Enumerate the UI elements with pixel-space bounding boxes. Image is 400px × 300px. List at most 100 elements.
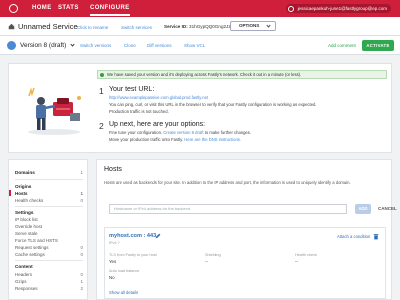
step-number: 1: [99, 86, 104, 96]
sidebar-item-count: 1: [80, 191, 83, 196]
test-url-heading: Your test URL:: [109, 86, 155, 93]
host-card: myhost.com : 443 IPv4 ? Attach a conditi…: [104, 227, 386, 299]
test-url-description: You can ping, curl, or visit this URL in…: [109, 102, 317, 107]
sidebar-item-serve-stale[interactable]: Serve stale: [15, 231, 83, 236]
hosts-description: Hosts are used as backends for your site…: [104, 180, 351, 185]
alert-message: We have saved your version and it's depl…: [107, 72, 302, 77]
user-menu[interactable]: jessicaepankuh-june1@fastlygroup@ep.com: [285, 4, 391, 13]
sidebar-item-label: Override host: [15, 224, 43, 229]
step-number: 2: [99, 121, 104, 131]
version-title: Version 8 (draft): [20, 42, 67, 49]
divider: [15, 206, 83, 207]
worker-illustration: [28, 87, 81, 135]
domains-count: 1: [80, 170, 83, 175]
sidebar-item-label: Force TLS and HSTS: [15, 238, 58, 243]
add-host-button[interactable]: ADD: [355, 204, 371, 214]
field-label: Auto load balance: [109, 269, 140, 273]
top-navigation-bar: HOME STATS CONFIGURE jessicaepankuh-june…: [0, 0, 400, 17]
cancel-button[interactable]: CANCEL: [378, 206, 397, 211]
sidebar-item-count: 0: [80, 198, 83, 203]
trash-icon[interactable]: [373, 233, 379, 240]
test-url-note: Production traffic is not touched.: [109, 109, 169, 114]
field-value: Yes: [109, 259, 117, 264]
diff-versions-link[interactable]: Diff versions: [147, 43, 172, 48]
sidebar-item-count: 0: [80, 272, 83, 277]
sidebar-item-label: Hosts: [15, 191, 28, 196]
sidebar-item-label: Health checks: [15, 198, 44, 203]
nav-configure[interactable]: CONFIGURE: [90, 5, 130, 16]
add-comment-link[interactable]: Add comment: [328, 43, 356, 48]
sidebar-item-gzips[interactable]: Gzips 1: [15, 279, 83, 284]
nav-stats[interactable]: STATS: [58, 5, 79, 11]
sidebar-item-label: Cache settings: [15, 252, 45, 257]
test-url-step: 1 Your test URL: http://www.examplepassi…: [99, 86, 317, 114]
check-icon: [100, 72, 104, 77]
field-value: No: [109, 275, 115, 280]
sidebar-item-override-host[interactable]: Override host: [15, 224, 83, 229]
hosts-panel: Hosts Hosts are used as backends for you…: [96, 159, 397, 300]
chevron-down-icon: [266, 23, 271, 28]
version-icon: [7, 41, 16, 50]
deployment-notice-panel: We have saved your version and it's depl…: [8, 63, 392, 153]
user-email: jessicaepankuh-june1@fastlygroup@ep.com: [297, 6, 387, 11]
sidebar-item-count: 0: [80, 252, 83, 257]
test-url-link[interactable]: http://www.examplepassive.com.global.pro…: [109, 95, 317, 100]
attach-condition-link[interactable]: Attach a condition: [337, 234, 370, 239]
chevron-down-icon[interactable]: [70, 42, 75, 47]
success-alert: We have saved your version and it's depl…: [97, 70, 387, 79]
next-options-heading: Up next, here are your options:: [109, 121, 206, 128]
config-sidebar: Domains 1 Origins Hosts 1 Health checks …: [8, 159, 88, 300]
sidebar-item-label: Headers: [15, 272, 33, 277]
sidebar-item-headers[interactable]: Headers 0: [15, 272, 83, 277]
switch-services-link[interactable]: Switch services: [121, 25, 152, 30]
gear-icon: [287, 5, 294, 12]
field-value: --: [205, 259, 208, 264]
pencil-icon[interactable]: [155, 233, 161, 239]
sidebar-item-hosts[interactable]: Hosts 1: [9, 190, 83, 196]
nav-home[interactable]: HOME: [32, 5, 52, 11]
fastly-logo[interactable]: [9, 4, 18, 13]
sidebar-section-domains: Domains: [15, 170, 35, 175]
sidebar-item-count: 0: [80, 245, 83, 250]
rename-link[interactable]: Click to rename: [77, 25, 108, 30]
sidebar-item-health-checks[interactable]: Health checks 0: [15, 198, 83, 203]
move-traffic-line: Move your production traffic onto Fastly…: [109, 137, 251, 142]
field-value: --: [295, 259, 298, 264]
sidebar-item-request-settings[interactable]: Request settings 0: [15, 245, 83, 250]
service-header: Unnamed Service Click to rename Switch s…: [0, 17, 400, 36]
next-options-step: 2 Up next, here are your options: Fine t…: [99, 121, 251, 142]
clone-link[interactable]: Clone: [124, 43, 136, 48]
service-id-label: Service ID:: [164, 24, 188, 29]
dns-instructions-link[interactable]: Here are the DNS instructions.: [184, 137, 241, 142]
sidebar-section-settings[interactable]: Settings: [15, 210, 34, 215]
fine-tune-line: Fine tune your configuration. Create ver…: [109, 130, 251, 135]
switch-versions-link[interactable]: Switch versions: [80, 43, 111, 48]
field-label: Health check: [295, 253, 317, 257]
fine-tune-text: Fine tune your configuration.: [109, 130, 163, 135]
sidebar-section-content[interactable]: Content: [15, 264, 33, 269]
divider: [15, 179, 83, 180]
sidebar-item-domains[interactable]: Domains 1: [15, 170, 83, 175]
show-all-details-link[interactable]: Show all details: [109, 290, 138, 295]
show-vcl-link[interactable]: Show VCL: [184, 43, 205, 48]
host-name[interactable]: myhost.com : 443: [109, 233, 156, 239]
sidebar-item-label: Request settings: [15, 245, 49, 250]
hosts-heading: Hosts: [104, 166, 122, 173]
sidebar-item-responses[interactable]: Responses 2: [15, 286, 83, 291]
hostname-input[interactable]: Hostname or IPv4 address for the backend: [109, 204, 347, 214]
sidebar-item-count: 1: [80, 279, 83, 284]
options-dropdown[interactable]: OPTIONS: [230, 21, 276, 31]
sidebar-item-ip-block-list[interactable]: IP block list: [15, 217, 83, 222]
ip-type: IPv4 ?: [109, 241, 120, 245]
sidebar-item-force-tls[interactable]: Force TLS and HSTS: [15, 238, 83, 243]
activate-button[interactable]: ACTIVATE: [362, 40, 394, 51]
create-draft-link[interactable]: Create version 8 draft: [163, 130, 203, 135]
sidebar-section-origins[interactable]: Origins: [15, 184, 31, 189]
sidebar-item-label: Serve stale: [15, 231, 38, 236]
sidebar-item-label: Responses: [15, 286, 38, 291]
sidebar-item-label: IP block list: [15, 217, 38, 222]
sidebar-item-count: 2: [80, 286, 83, 291]
sidebar-item-cache-settings[interactable]: Cache settings 0: [15, 252, 83, 257]
service-title: Unnamed Service: [18, 22, 78, 31]
options-label: OPTIONS: [239, 23, 260, 28]
